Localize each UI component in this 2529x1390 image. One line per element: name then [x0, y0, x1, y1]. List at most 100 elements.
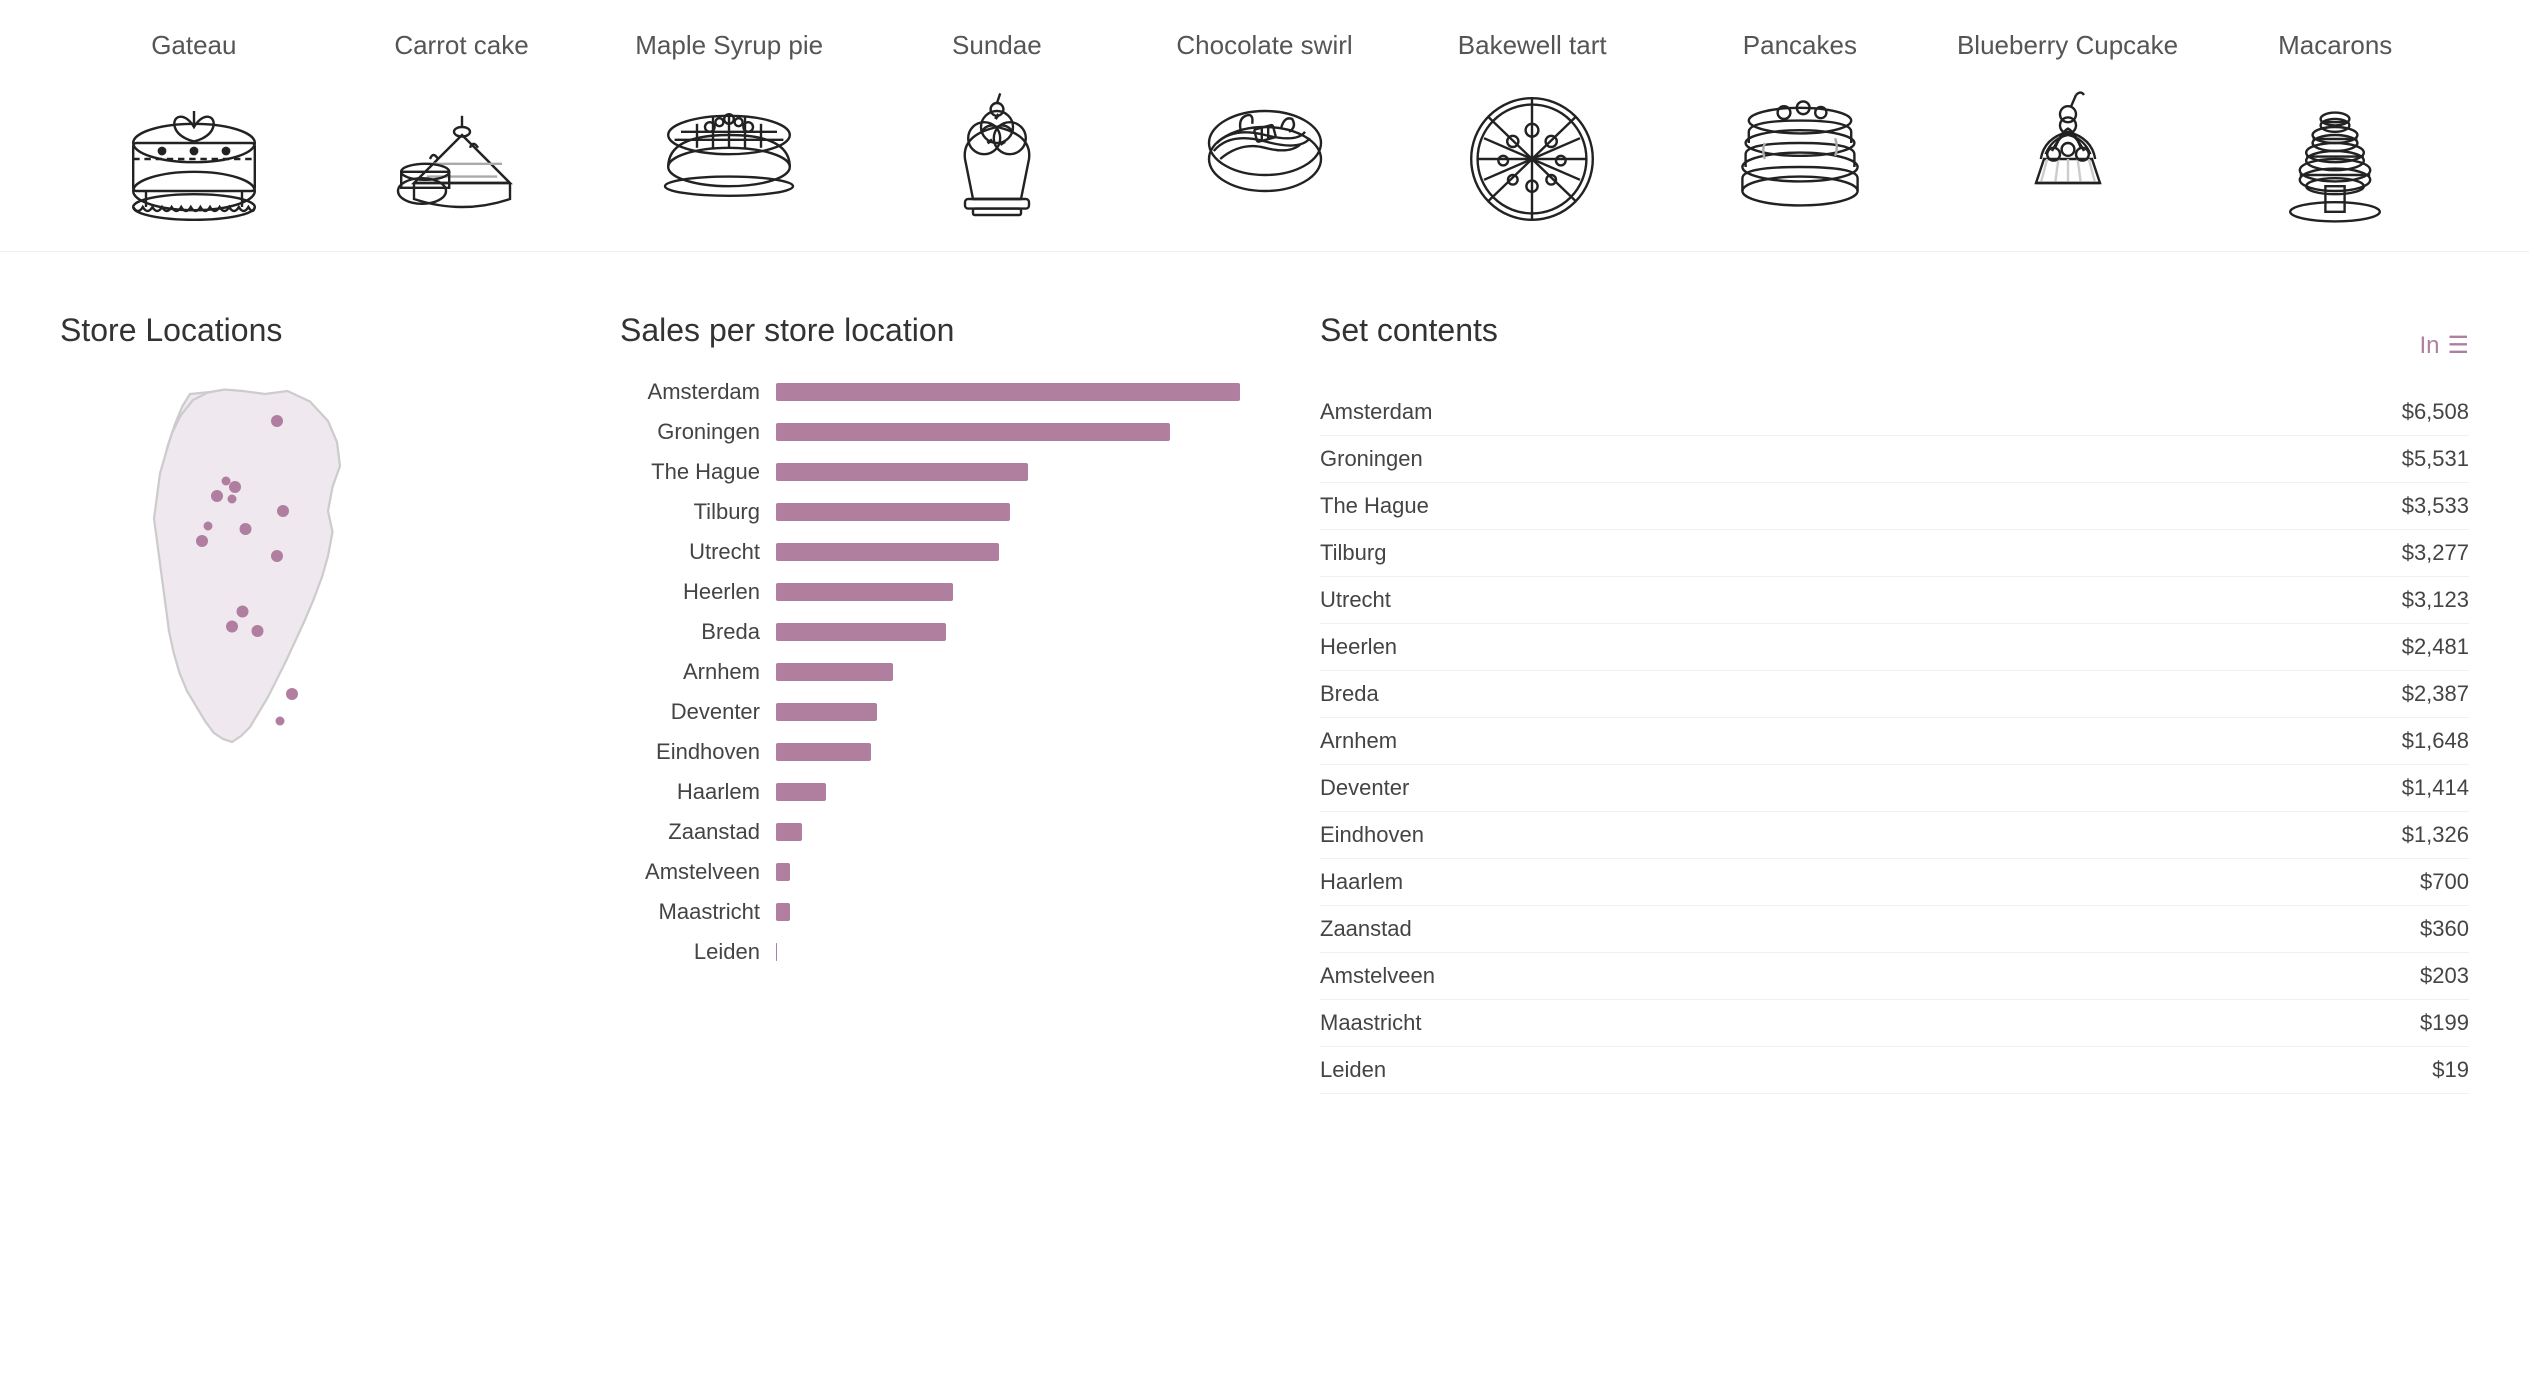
bar-city-label: Maastricht: [620, 899, 760, 925]
set-city-label: Leiden: [1320, 1057, 1386, 1083]
bar-row[interactable]: Breda: [620, 619, 1240, 645]
store-locations-title: Store Locations: [60, 312, 540, 349]
bar-row[interactable]: Haarlem: [620, 779, 1240, 805]
bar-track: [776, 383, 1240, 401]
bar-track: [776, 863, 1240, 881]
set-city-value: $1,414: [2402, 775, 2469, 801]
bar-fill: [776, 863, 790, 881]
set-city-value: $360: [2420, 916, 2469, 942]
bar-track: [776, 743, 1240, 761]
set-contents-title: Set contents: [1320, 312, 1498, 349]
set-city-value: $3,533: [2402, 493, 2469, 519]
bar-row[interactable]: Deventer: [620, 699, 1240, 725]
set-city-value: $3,123: [2402, 587, 2469, 613]
dessert-bar: Gateau: [0, 0, 2529, 252]
bar-city-label: Utrecht: [620, 539, 760, 565]
set-city-label: Zaanstad: [1320, 916, 1412, 942]
dessert-pancakes-label: Pancakes: [1743, 30, 1857, 61]
bar-row[interactable]: Zaanstad: [620, 819, 1240, 845]
set-city-label: Arnhem: [1320, 728, 1397, 754]
bar-row[interactable]: Amsterdam: [620, 379, 1240, 405]
bar-row[interactable]: Tilburg: [620, 499, 1240, 525]
sort-icon: ☰: [2447, 331, 2469, 360]
set-row[interactable]: Amstelveen$203: [1320, 953, 2469, 1000]
bar-row[interactable]: Arnhem: [620, 659, 1240, 685]
dessert-carrot-cake[interactable]: Carrot cake: [328, 30, 596, 231]
bar-row[interactable]: Heerlen: [620, 579, 1240, 605]
set-row[interactable]: Zaanstad $360: [1320, 906, 2469, 953]
bar-row[interactable]: Eindhoven: [620, 739, 1240, 765]
set-contents-list: Amsterdam$6,508Groningen$5,531 The Hague $…: [1320, 389, 2469, 1094]
set-row[interactable]: Heerlen $2,481: [1320, 624, 2469, 671]
set-row[interactable]: Haarlem$700: [1320, 859, 2469, 906]
set-city-label: The Hague: [1320, 493, 1429, 519]
dessert-macarons[interactable]: Macarons: [2201, 30, 2469, 231]
bar-row[interactable]: Amstelveen: [620, 859, 1240, 885]
dessert-blueberry-cupcake[interactable]: Blueberry Cupcake: [1934, 30, 2202, 231]
set-city-value: $2,387: [2402, 681, 2469, 707]
set-row[interactable]: Breda $2,387: [1320, 671, 2469, 718]
bar-fill: [776, 783, 826, 801]
dessert-bakewell-tart-icon: [1452, 71, 1612, 231]
dessert-gateau-label: Gateau: [151, 30, 236, 61]
set-city-label: Tilburg: [1320, 540, 1386, 566]
set-contents-panel: Set contents In ☰ Amsterdam$6,508Groning…: [1320, 312, 2469, 1094]
set-contents-sort[interactable]: In ☰: [2419, 331, 2469, 360]
set-row[interactable]: Eindhoven$1,326: [1320, 812, 2469, 859]
set-city-label: Breda: [1320, 681, 1379, 707]
bar-fill: [776, 543, 999, 561]
sales-section: Sales per store location AmsterdamGronin…: [620, 312, 1240, 1094]
set-city-value: $199: [2420, 1010, 2469, 1036]
dessert-sundae[interactable]: Sundae: [863, 30, 1131, 231]
bar-fill: [776, 823, 802, 841]
bar-city-label: Eindhoven: [620, 739, 760, 765]
bar-fill: [776, 703, 877, 721]
set-city-label: Eindhoven: [1320, 822, 1424, 848]
bar-row[interactable]: Leiden: [620, 939, 1240, 965]
set-row[interactable]: Groningen$5,531: [1320, 436, 2469, 483]
dessert-pancakes[interactable]: Pancakes: [1666, 30, 1934, 231]
dessert-bakewell-tart[interactable]: Bakewell tart: [1398, 30, 1666, 231]
dessert-maple-syrup-pie[interactable]: Maple Syrup pie: [595, 30, 863, 231]
set-city-label: Groningen: [1320, 446, 1423, 472]
set-contents-header: Set contents In ☰: [1320, 312, 2469, 379]
bar-track: [776, 423, 1240, 441]
dessert-gateau-icon: [114, 71, 274, 231]
set-row[interactable]: Utrecht$3,123: [1320, 577, 2469, 624]
set-row[interactable]: The Hague $3,533: [1320, 483, 2469, 530]
set-row[interactable]: Arnhem $1,648: [1320, 718, 2469, 765]
bottom-section: Store Locations: [0, 252, 2529, 1134]
bar-track: [776, 783, 1240, 801]
dessert-chocolate-swirl[interactable]: Chocolate swirl: [1131, 30, 1399, 231]
bar-fill: [776, 383, 1240, 401]
bar-city-label: Amstelveen: [620, 859, 760, 885]
set-row[interactable]: Tilburg$3,277: [1320, 530, 2469, 577]
bar-row[interactable]: Maastricht: [620, 899, 1240, 925]
set-row[interactable]: Amsterdam$6,508: [1320, 389, 2469, 436]
dessert-macarons-label: Macarons: [2278, 30, 2392, 61]
set-row[interactable]: Maastricht$199: [1320, 1000, 2469, 1047]
set-city-value: $6,508: [2402, 399, 2469, 425]
sort-label: In: [2419, 332, 2439, 360]
bar-fill: [776, 943, 777, 961]
bar-row[interactable]: Utrecht: [620, 539, 1240, 565]
bar-track: [776, 503, 1240, 521]
set-city-label: Heerlen: [1320, 634, 1397, 660]
dessert-gateau[interactable]: Gateau: [60, 30, 328, 231]
dessert-sundae-label: Sundae: [952, 30, 1042, 61]
set-city-value: $2,481: [2402, 634, 2469, 660]
bar-fill: [776, 463, 1028, 481]
bar-track: [776, 623, 1240, 641]
bar-fill: [776, 903, 790, 921]
set-city-value: $1,648: [2402, 728, 2469, 754]
bar-row[interactable]: The Hague: [620, 459, 1240, 485]
bar-fill: [776, 743, 871, 761]
bar-track: [776, 583, 1240, 601]
sales-bar-chart: Amsterdam Groningen The Hague Tilburg Utrech…: [620, 379, 1240, 965]
netherlands-map: [60, 379, 440, 799]
set-row[interactable]: Deventer$1,414: [1320, 765, 2469, 812]
set-row[interactable]: Leiden$19: [1320, 1047, 2469, 1094]
bar-row[interactable]: Groningen: [620, 419, 1240, 445]
bar-city-label: Haarlem: [620, 779, 760, 805]
bar-city-label: Zaanstad: [620, 819, 760, 845]
